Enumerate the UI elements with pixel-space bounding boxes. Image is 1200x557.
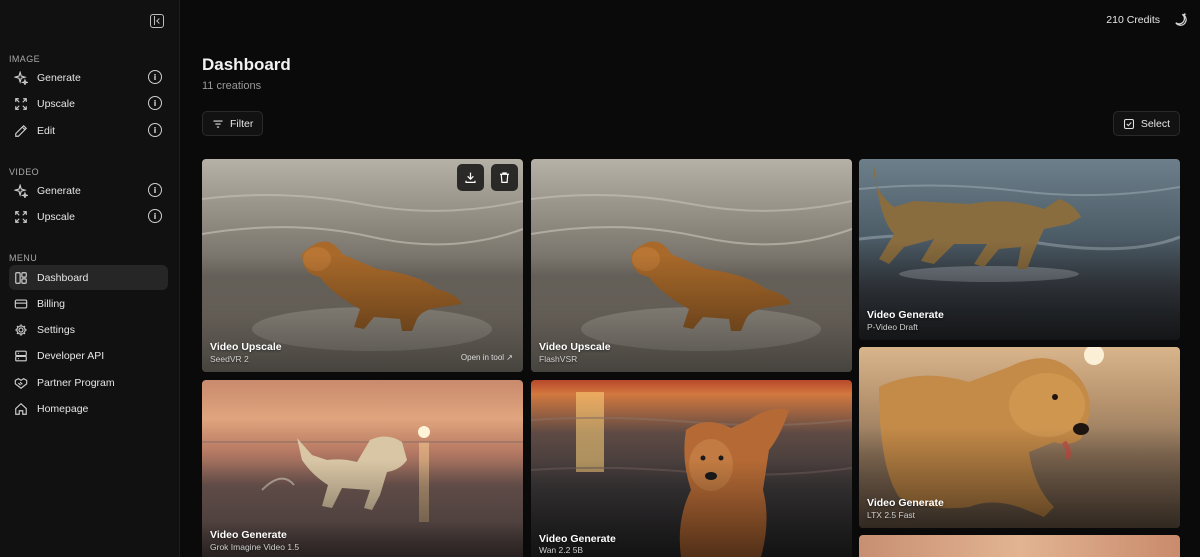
open-in-tool-link[interactable]: Open in tool ↗ <box>461 353 513 362</box>
credit-card-icon <box>14 297 28 311</box>
card-model: P-Video Draft <box>867 322 918 332</box>
sidebar-item-developer-api[interactable]: Developer API <box>9 343 168 368</box>
sidebar-item-label: Homepage <box>37 402 89 415</box>
creation-card[interactable]: Video Generate LTX 2.5 Fast <box>859 347 1180 528</box>
card-title: Video Generate <box>539 533 616 545</box>
creation-card[interactable]: Video Generate P-Video Draft <box>859 159 1180 340</box>
sidebar-item-label: Generate <box>37 184 81 197</box>
expand-icon <box>14 97 28 111</box>
sidebar-item-label: Billing <box>37 297 66 310</box>
sidebar-item-label: Partner Program <box>37 376 115 389</box>
dashboard-icon <box>14 271 28 285</box>
card-model: Wan 2.2 5B <box>539 545 584 555</box>
creation-card[interactable]: Video Upscale FlashVSR <box>531 159 852 372</box>
sidebar-item-video-generate[interactable]: Generate i <box>9 178 168 203</box>
download-button[interactable] <box>457 164 484 191</box>
expand-icon <box>14 210 28 224</box>
sidebar-item-label: Edit <box>37 124 56 137</box>
credits-balance[interactable]: 210 Credits <box>1106 14 1160 26</box>
delete-button[interactable] <box>491 164 518 191</box>
info-icon[interactable]: i <box>148 70 162 84</box>
creation-card[interactable]: Video Generate Grok Imagine Video 1.5 <box>202 380 523 557</box>
info-icon[interactable]: i <box>148 123 162 137</box>
sparkle-icon <box>14 70 28 85</box>
creation-card[interactable]: Video Upscale SeedVR 2 Open in tool ↗ <box>202 159 523 372</box>
card-model: FlashVSR <box>539 354 578 364</box>
creation-card[interactable]: Video Generate Wan 2.2 5B <box>531 380 852 557</box>
checkbox-icon <box>1123 118 1134 129</box>
sidebar-item-dashboard[interactable]: Dashboard <box>9 265 168 290</box>
card-title: Video Generate <box>867 309 944 321</box>
handshake-icon <box>14 376 28 390</box>
sidebar-item-partner-program[interactable]: Partner Program <box>9 370 168 395</box>
sidebar-item-label: Dashboard <box>37 271 89 284</box>
trash-icon <box>500 172 509 183</box>
sidebar-item-label: Developer API <box>37 349 105 362</box>
server-icon <box>14 349 28 363</box>
section-label-menu: MENU <box>9 253 38 263</box>
section-label-image: IMAGE <box>9 54 41 64</box>
sidebar-item-image-generate[interactable]: Generate i <box>9 65 168 90</box>
theme-toggle-icon[interactable] <box>1173 12 1188 27</box>
info-icon[interactable]: i <box>148 96 162 110</box>
creations-count: 11 creations <box>202 80 262 92</box>
info-icon[interactable]: i <box>148 209 162 223</box>
filter-icon <box>213 119 223 128</box>
card-model: Grok Imagine Video 1.5 <box>210 542 300 552</box>
pencil-icon <box>14 124 28 138</box>
select-button[interactable]: Select <box>1112 111 1180 136</box>
select-label: Select <box>1140 117 1170 130</box>
sparkle-icon <box>14 183 28 198</box>
page-title: Dashboard <box>202 55 291 74</box>
sidebar-item-label: Generate <box>37 71 81 84</box>
filter-label: Filter <box>230 117 254 130</box>
info-icon[interactable]: i <box>148 183 162 197</box>
gear-icon <box>14 323 28 337</box>
card-model: SeedVR 2 <box>210 354 249 364</box>
section-label-video: VIDEO <box>9 167 40 177</box>
sidebar-item-video-upscale[interactable]: Upscale i <box>9 204 168 229</box>
sidebar-item-image-edit[interactable]: Edit i <box>9 118 168 143</box>
collapse-sidebar-icon[interactable] <box>150 14 164 28</box>
download-icon <box>465 172 476 183</box>
card-title: Video Generate <box>867 497 944 509</box>
sidebar-item-billing[interactable]: Billing <box>9 291 168 316</box>
card-title: Video Generate <box>210 529 287 541</box>
sidebar-item-label: Upscale <box>37 97 75 110</box>
sidebar-item-homepage[interactable]: Homepage <box>9 396 168 421</box>
card-title: Video Upscale <box>539 341 611 353</box>
sidebar-item-label: Upscale <box>37 210 75 223</box>
sidebar-item-image-upscale[interactable]: Upscale i <box>9 91 168 116</box>
sidebar: IMAGE Generate i Upscale i Edit i VIDEO … <box>0 0 180 557</box>
card-title: Video Upscale <box>210 341 282 353</box>
card-model: LTX 2.5 Fast <box>867 510 916 520</box>
sidebar-item-settings[interactable]: Settings <box>9 317 168 342</box>
creation-card[interactable] <box>859 535 1180 557</box>
home-icon <box>14 402 28 416</box>
card-overlay <box>531 254 852 372</box>
sidebar-item-label: Settings <box>37 323 75 336</box>
filter-button[interactable]: Filter <box>202 111 264 136</box>
